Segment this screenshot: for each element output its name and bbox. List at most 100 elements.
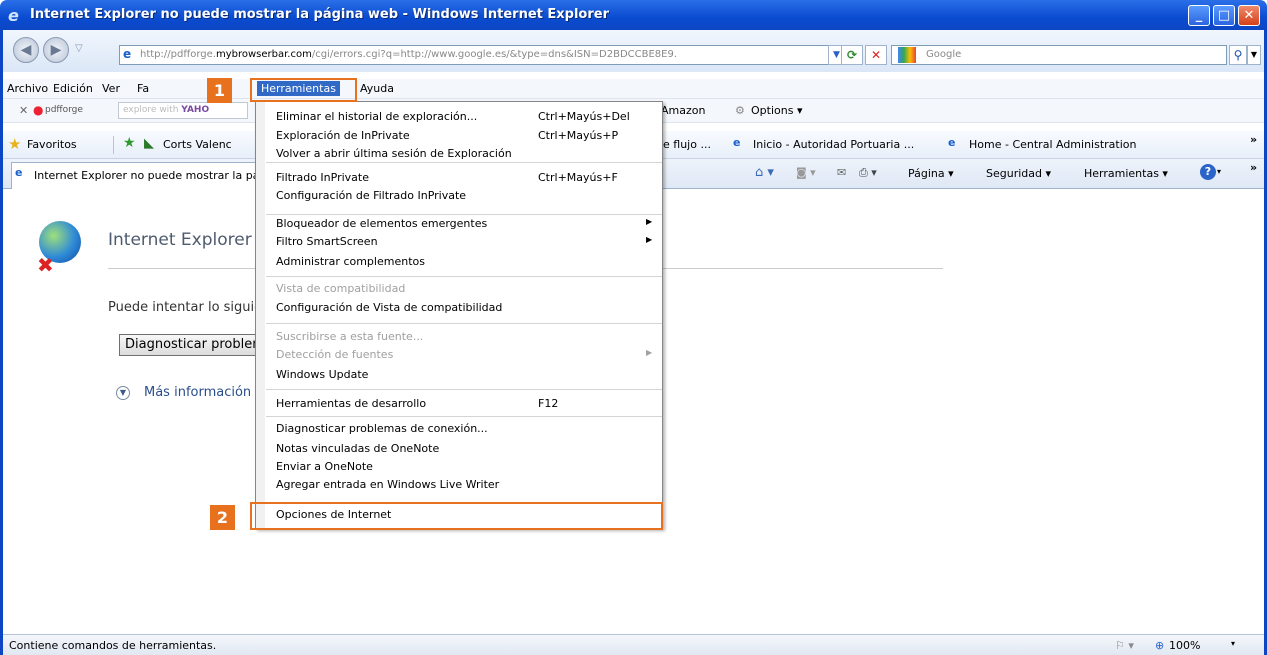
favorites-more-chevron-icon[interactable]: » (1250, 133, 1257, 146)
favorite-link-autoridad[interactable]: Inicio - Autoridad Portuaria ... (753, 138, 914, 151)
menu-item-label: Windows Update (276, 368, 369, 381)
url-prefix: http://pdfforge. (140, 49, 216, 60)
menu-archivo[interactable]: Archivo (7, 82, 48, 95)
help-chevron-icon[interactable]: ▾ (1217, 167, 1221, 176)
menu-item-label: Detección de fuentes (276, 348, 394, 361)
search-icon[interactable]: ⚲ (1229, 45, 1247, 65)
security-menu-button[interactable]: Seguridad ▾ (986, 167, 1051, 180)
menu-separator (266, 276, 662, 277)
menu-separator (266, 323, 662, 324)
menu-item-label: Herramientas de desarrollo (276, 397, 427, 410)
menu-item-label: Administrar complementos (276, 255, 425, 268)
menu-item-3-1[interactable]: Configuración de Vista de compatibilidad (256, 301, 662, 317)
submenu-arrow-icon: ▶ (646, 235, 653, 244)
menu-item-1-1[interactable]: Configuración de Filtrado InPrivate (256, 189, 662, 205)
menu-item-4-2[interactable]: Windows Update (256, 368, 662, 384)
favorites-button[interactable]: Favoritos (27, 138, 77, 151)
menu-item-6-3[interactable]: Agregar entrada en Windows Live Writer (256, 478, 662, 494)
feeds-icon[interactable]: ◙ ▾ (796, 166, 816, 179)
stop-icon[interactable]: ✕ (865, 45, 887, 65)
search-options-chevron-icon[interactable]: ▼ (1247, 45, 1261, 65)
menu-item-shortcut: Ctrl+Mayús+P (538, 129, 619, 142)
menu-separator (266, 162, 662, 163)
help-icon[interactable]: ? (1200, 164, 1216, 180)
menu-item-shortcut: Ctrl+Mayús+F (538, 171, 618, 184)
menu-favoritos[interactable]: Fa (137, 82, 149, 95)
menu-item-2-0[interactable]: Bloqueador de elementos emergentes ▶ (256, 217, 662, 233)
minimize-button[interactable]: _ (1188, 5, 1210, 26)
back-button[interactable]: ◀ (13, 37, 39, 63)
yahoo-logo: YAHO (181, 105, 210, 115)
refresh-icon[interactable]: ⟳ (841, 45, 863, 65)
menu-item-3-0: Vista de compatibilidad (256, 282, 662, 298)
menu-item-0-2[interactable]: Volver a abrir última sesión de Explorac… (256, 147, 662, 163)
forward-button[interactable]: ▶ (43, 37, 69, 63)
security-zone-icon[interactable]: ⚐ ▾ (1115, 639, 1134, 652)
tools-menu-button[interactable]: Herramientas ▾ (1084, 167, 1168, 180)
menu-item-label: Agregar entrada en Windows Live Writer (276, 478, 500, 491)
google-logo-icon (898, 47, 916, 63)
menu-separator (266, 214, 662, 215)
menu-ver[interactable]: Ver (102, 82, 120, 95)
tab-label: Internet Explorer no puede mostrar la pá… (34, 169, 278, 182)
menu-item-2-1[interactable]: Filtro SmartScreen ▶ (256, 235, 662, 251)
home-icon[interactable]: ⌂ ▾ (755, 165, 774, 180)
favorite-link-flujo[interactable]: e flujo ... (663, 138, 711, 151)
menu-item-4-0: Suscribirse a esta fuente... (256, 330, 662, 346)
url-suffix: /cgi/errors.cgi?q=http://www.google.es/&… (311, 49, 678, 60)
favorite-link-central-admin[interactable]: Home - Central Administration (969, 138, 1137, 151)
mail-icon[interactable]: ✉ (837, 166, 846, 179)
search-placeholder: Google (926, 49, 962, 60)
search-input[interactable]: Google (891, 45, 1227, 65)
zoom-chevron-icon[interactable]: ▾ (1231, 639, 1235, 648)
tab-current[interactable]: Internet Explorer no puede mostrar la pá… (11, 162, 279, 189)
status-bar: Contiene comandos de herramientas. ⚐ ▾ ⊕… (3, 634, 1264, 655)
menu-item-5-0[interactable]: Herramientas de desarrollo F12 (256, 397, 662, 413)
recent-pages-chevron-icon[interactable]: ▽ (75, 43, 83, 54)
error-x-icon: ✖ (37, 253, 54, 277)
status-text: Contiene comandos de herramientas. (9, 639, 217, 652)
callout-highlight-herramientas (250, 78, 357, 102)
menu-item-label: Configuración de Filtrado InPrivate (276, 189, 467, 202)
page-menu-button[interactable]: Página ▾ (908, 167, 954, 180)
tab-ie-icon: e (15, 166, 23, 179)
menu-item-label: Diagnosticar problemas de conexión... (276, 422, 488, 435)
ie-logo-icon: e (8, 6, 19, 25)
menu-item-6-0[interactable]: Diagnosticar problemas de conexión... (256, 422, 662, 438)
menu-item-label: Notas vinculadas de OneNote (276, 442, 440, 455)
menu-item-0-1[interactable]: Exploración de InPrivate Ctrl+Mayús+P (256, 129, 662, 145)
menu-item-label: Filtro SmartScreen (276, 235, 378, 248)
menu-edicion[interactable]: Edición (53, 82, 93, 95)
pdfforge-logo-icon: ● (33, 103, 44, 117)
tools-menu: Eliminar el historial de exploración... C… (255, 101, 663, 529)
menu-item-label: Filtrado InPrivate (276, 171, 369, 184)
favorite-link-corts[interactable]: Corts Valenc (163, 138, 232, 151)
maximize-button[interactable]: □ (1213, 5, 1235, 26)
window-title: Internet Explorer no puede mostrar la pá… (30, 7, 609, 22)
amazon-button[interactable]: Amazon (661, 104, 705, 117)
menu-item-1-0[interactable]: Filtrado InPrivate Ctrl+Mayús+F (256, 171, 662, 187)
menu-item-label: Volver a abrir última sesión de Explorac… (276, 147, 512, 160)
command-more-chevron-icon[interactable]: » (1250, 161, 1257, 174)
toolbar-search-input[interactable]: explore with YAHO (118, 102, 248, 119)
menu-item-6-1[interactable]: Notas vinculadas de OneNote (256, 442, 662, 458)
zoom-level[interactable]: 100% (1169, 639, 1200, 652)
menu-ayuda[interactable]: Ayuda (360, 82, 394, 95)
callout-highlight-opciones (250, 502, 663, 530)
expand-chevron-icon[interactable]: ▼ (116, 386, 130, 400)
close-window-button[interactable]: ✕ (1238, 5, 1260, 26)
address-input[interactable]: http://pdfforge.mybrowserbar.com/cgi/err… (119, 45, 849, 65)
more-info-link[interactable]: Más información (144, 385, 264, 400)
add-favorite-icon[interactable]: ★ (123, 135, 136, 151)
print-icon[interactable]: ⎙ ▾ (859, 166, 877, 180)
toolbar-close-icon[interactable]: ✕ (19, 104, 28, 117)
options-button[interactable]: Options ▾ (751, 104, 802, 117)
menu-item-0-0[interactable]: Eliminar el historial de exploración... C… (256, 110, 662, 126)
menu-item-label: Eliminar el historial de exploración... (276, 110, 478, 123)
menu-item-4-1: Detección de fuentes ▶ (256, 348, 662, 364)
address-bar-area: ◀ ▶ ▽ http://pdfforge.mybrowserbar.com/c… (3, 30, 1264, 72)
callout-number-2: 2 (210, 505, 235, 530)
title-bar: e Internet Explorer no puede mostrar la … (0, 0, 1267, 30)
menu-item-6-2[interactable]: Enviar a OneNote (256, 460, 662, 476)
menu-item-2-2[interactable]: Administrar complementos (256, 255, 662, 271)
